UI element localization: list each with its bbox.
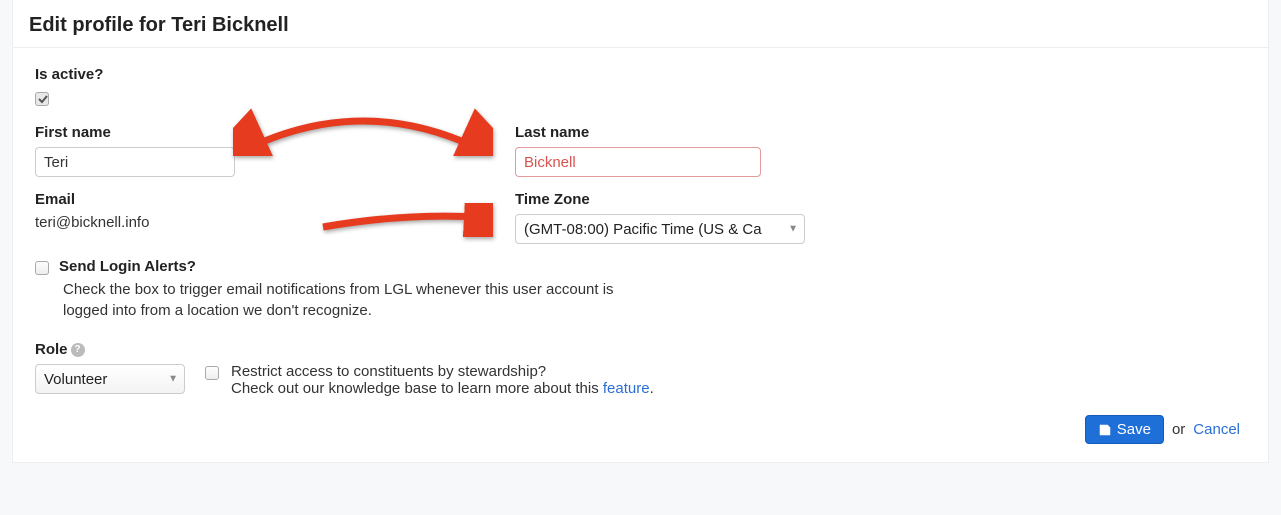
- chevron-down-icon: ▼: [168, 374, 178, 385]
- role-label: Role?: [35, 341, 185, 358]
- send-login-alerts-helper: Check the box to trigger email notificat…: [63, 279, 623, 321]
- last-name-input[interactable]: [515, 147, 761, 177]
- edit-profile-form: Edit profile for Teri Bicknell Is active…: [12, 0, 1269, 463]
- restrict-access-label: Restrict access to constituents by stewa…: [231, 363, 654, 380]
- timezone-selected-value: (GMT-08:00) Pacific Time (US & Ca: [524, 221, 762, 238]
- restrict-access-checkbox[interactable]: [205, 366, 219, 380]
- email-value: teri@bicknell.info: [35, 214, 475, 231]
- save-icon: [1098, 423, 1112, 437]
- first-name-input[interactable]: [35, 147, 235, 177]
- last-name-label: Last name: [515, 124, 761, 141]
- is-active-checkbox[interactable]: [35, 92, 49, 106]
- send-login-alerts-checkbox[interactable]: [35, 261, 49, 275]
- timezone-select[interactable]: (GMT-08:00) Pacific Time (US & Ca ▼: [515, 214, 805, 244]
- restrict-access-helper: Check out our knowledge base to learn mo…: [231, 380, 654, 397]
- timezone-label: Time Zone: [515, 191, 805, 208]
- role-select[interactable]: Volunteer ▼: [35, 364, 185, 394]
- help-icon[interactable]: ?: [71, 343, 85, 357]
- page-title: Edit profile for Teri Bicknell: [13, 0, 1268, 48]
- cancel-link[interactable]: Cancel: [1193, 421, 1240, 438]
- save-button[interactable]: Save: [1085, 415, 1164, 444]
- first-name-label: First name: [35, 124, 475, 141]
- check-icon: [36, 92, 50, 106]
- or-text: or: [1172, 421, 1185, 438]
- form-footer: Save or Cancel: [13, 397, 1268, 444]
- role-selected-value: Volunteer: [44, 371, 107, 388]
- feature-link[interactable]: feature: [603, 380, 650, 397]
- form-body: Is active? First name Last name Email te: [13, 48, 1268, 397]
- email-label: Email: [35, 191, 475, 208]
- is-active-label: Is active?: [35, 66, 1246, 83]
- chevron-down-icon: ▼: [788, 224, 798, 235]
- send-login-alerts-label: Send Login Alerts?: [59, 258, 196, 275]
